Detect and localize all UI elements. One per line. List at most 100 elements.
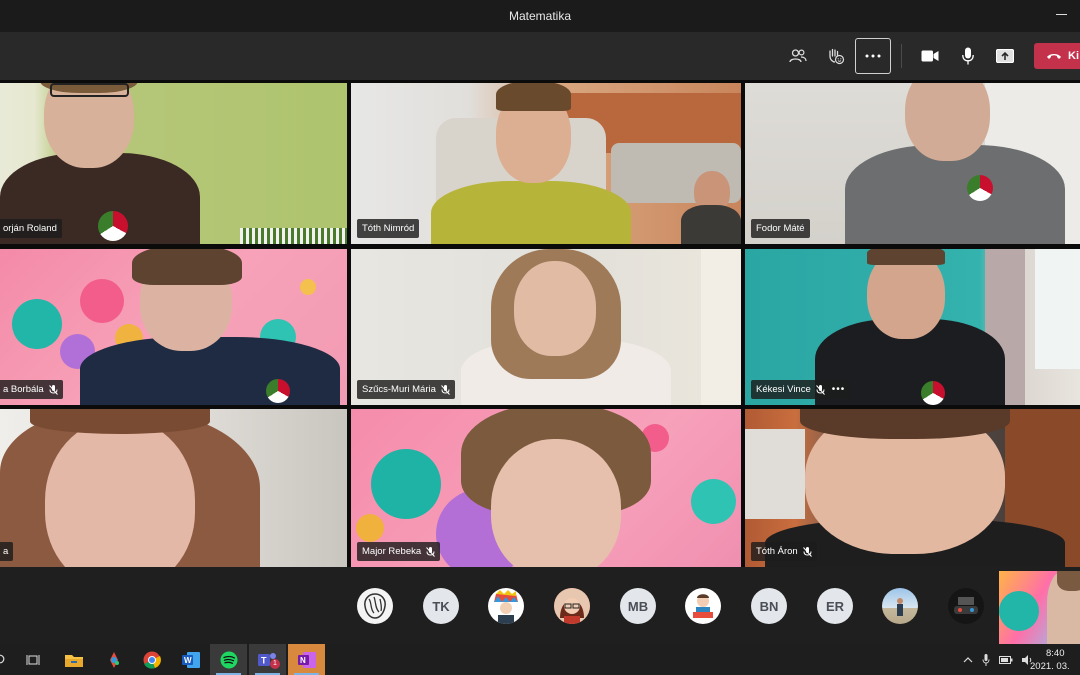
participant-avatar[interactable] xyxy=(357,588,393,624)
participant-strip: TK MB BN ER xyxy=(0,567,1080,644)
participant-name-label: a xyxy=(0,542,14,561)
video-tile[interactable]: Tóth Áron xyxy=(745,409,1080,567)
task-view-icon xyxy=(26,654,39,665)
teams-notification-badge: 1 xyxy=(270,659,280,669)
participant-name-label: Major Rebeka xyxy=(357,542,441,561)
microphone-tray-icon[interactable] xyxy=(982,653,990,666)
system-tray xyxy=(963,644,1034,675)
spotify-button[interactable] xyxy=(210,644,247,675)
svg-text:T: T xyxy=(261,655,267,665)
participant-avatar[interactable]: BN xyxy=(751,588,787,624)
svg-text:N: N xyxy=(300,656,306,665)
spotify-icon xyxy=(220,651,237,668)
participant-avatar[interactable] xyxy=(685,588,721,624)
video-grid: orján Roland Tóth Nimród Fodor Máté a Bo… xyxy=(0,83,1080,567)
participant-avatar[interactable]: MB xyxy=(620,588,656,624)
meeting-toolbar: Ki xyxy=(0,32,1080,80)
avatar-initials: ER xyxy=(825,598,845,614)
svg-text:W: W xyxy=(184,656,192,665)
participant-avatar[interactable]: TK xyxy=(423,588,459,624)
mic-icon xyxy=(962,47,974,65)
mic-off-icon xyxy=(441,384,450,395)
file-explorer-icon xyxy=(64,654,83,667)
more-actions-button[interactable] xyxy=(855,38,891,74)
participant-name: Fodor Máté xyxy=(756,223,805,234)
participant-name: Tóth Nimród xyxy=(362,223,415,234)
word-button[interactable]: W xyxy=(172,644,209,675)
participant-name-label: orján Roland xyxy=(0,219,62,238)
window-title: Matematika xyxy=(508,9,572,23)
avatar-initials: BN xyxy=(759,598,779,614)
chrome-icon xyxy=(143,651,161,669)
teams-button[interactable]: T 1 xyxy=(249,644,286,675)
minimize-button[interactable] xyxy=(1056,6,1068,20)
video-tile[interactable]: Fodor Máté xyxy=(745,83,1080,244)
chevron-up-icon[interactable] xyxy=(963,656,973,663)
participant-name-label: Szűcs-Muri Mária xyxy=(357,380,455,399)
share-screen-icon xyxy=(996,49,1014,63)
reactions-icon xyxy=(829,48,845,65)
system-clock[interactable]: 8:40 2021. 03. xyxy=(1030,647,1080,673)
camera-toggle-button[interactable] xyxy=(912,38,948,74)
mic-off-icon xyxy=(802,546,812,557)
participant-name-label: Fodor Máté xyxy=(751,219,810,238)
participant-name-label: Tóth Áron xyxy=(751,542,817,561)
participant-avatar[interactable] xyxy=(882,588,918,624)
participant-name-label: Kékesi Vince ••• xyxy=(751,380,851,399)
participant-avatar[interactable]: ER xyxy=(817,588,853,624)
participant-name: orján Roland xyxy=(3,223,57,234)
lion-avatar-icon xyxy=(364,593,386,619)
toolbar-divider xyxy=(901,44,902,68)
onenote-button[interactable]: N xyxy=(288,644,325,675)
girl-cartoon-avatar-icon xyxy=(554,588,590,624)
clock-date: 2021. 03. xyxy=(1030,661,1070,672)
participant-avatar[interactable] xyxy=(948,588,984,624)
reading-cartoon-avatar-icon xyxy=(693,594,713,618)
file-explorer-button[interactable] xyxy=(55,644,92,675)
gaming-avatar-icon xyxy=(954,597,978,614)
windows-taskbar: W T 1 N 8:40 2021. 03. xyxy=(0,644,1080,675)
participant-name: a Borbála xyxy=(3,384,44,395)
video-tile[interactable]: Kékesi Vince ••• xyxy=(745,249,1080,405)
self-view-video[interactable] xyxy=(999,571,1080,644)
participant-name: Major Rebeka xyxy=(362,546,422,557)
participant-name-label: Tóth Nimród xyxy=(357,219,420,238)
video-tile[interactable]: a Borbála xyxy=(0,249,347,405)
camera-icon xyxy=(921,50,939,62)
share-screen-button[interactable] xyxy=(987,38,1023,74)
paint-button[interactable] xyxy=(95,644,132,675)
task-view-button[interactable] xyxy=(14,644,51,675)
avatar-initials: TK xyxy=(432,598,450,614)
video-tile[interactable]: Major Rebeka xyxy=(351,409,741,567)
reactions-button[interactable] xyxy=(818,38,854,74)
participant-name: Szűcs-Muri Mária xyxy=(362,384,436,395)
participant-avatar[interactable] xyxy=(488,588,524,624)
participant-avatar[interactable] xyxy=(554,588,590,624)
tile-more-icon[interactable]: ••• xyxy=(832,384,846,395)
video-tile[interactable]: Szűcs-Muri Mária xyxy=(351,249,741,405)
search-icon xyxy=(0,654,4,663)
show-participants-button[interactable] xyxy=(780,38,816,74)
video-tile[interactable]: Tóth Nimród xyxy=(351,83,741,244)
participant-name: Tóth Áron xyxy=(756,546,798,557)
mic-toggle-button[interactable] xyxy=(950,38,986,74)
beach-photo-avatar-icon xyxy=(897,598,903,616)
battery-icon[interactable] xyxy=(999,655,1013,664)
participant-name-label: a Borbála xyxy=(0,380,63,399)
word-icon: W xyxy=(181,651,200,668)
clock-time: 8:40 xyxy=(1046,648,1065,659)
chrome-button[interactable] xyxy=(133,644,170,675)
avatar-initials: MB xyxy=(627,598,649,614)
leave-label: Ki xyxy=(1068,50,1079,62)
participant-name: a xyxy=(3,546,9,557)
colorful-hair-avatar-icon xyxy=(494,590,518,624)
leave-call-button[interactable]: Ki xyxy=(1034,43,1080,69)
onenote-icon: N xyxy=(297,651,316,668)
paint-icon xyxy=(109,651,119,668)
video-tile[interactable]: orján Roland xyxy=(0,83,347,244)
participant-name: Kékesi Vince xyxy=(756,384,811,395)
mic-off-icon xyxy=(426,546,436,557)
mic-off-icon xyxy=(815,384,825,395)
video-tile[interactable]: a xyxy=(0,409,347,567)
mic-off-icon xyxy=(48,384,58,395)
